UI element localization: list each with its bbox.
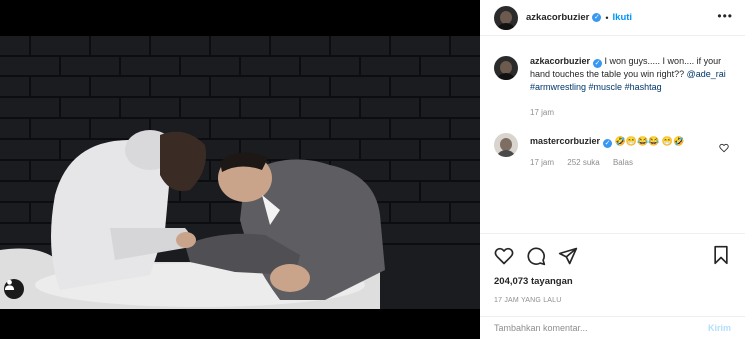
post-timestamp[interactable]: 17 JAM YANG LALU <box>494 297 731 304</box>
commenter-username[interactable]: mastercorbuzier <box>530 136 600 146</box>
heart-icon[interactable] <box>494 246 514 266</box>
comment-item: mastercorbuzier ✓ 🤣😁😂😂 😁🤣 17 jam 252 suka… <box>494 123 731 169</box>
share-icon[interactable] <box>558 246 578 266</box>
hashtag-link[interactable]: #hashtag <box>625 82 662 92</box>
hashtag-link[interactable]: #muscle <box>589 82 623 92</box>
comment-time[interactable]: 17 jam <box>530 158 554 167</box>
more-horizontal-icon[interactable]: ••• <box>717 10 733 22</box>
author-avatar[interactable] <box>494 5 518 30</box>
comment-icon[interactable] <box>526 246 546 266</box>
mention-link[interactable]: @ade_rai <box>687 69 726 79</box>
verified-badge-icon: ✓ <box>593 59 603 68</box>
post-side-panel: azkacorbuzier ✓ • Ikuti ••• azkacorbuzie… <box>480 0 745 339</box>
verified-badge-icon: ✓ <box>603 139 613 148</box>
verified-badge-icon: ✓ <box>592 13 602 22</box>
hashtag-link[interactable]: #armwrestling <box>530 82 586 92</box>
caption-author-avatar[interactable] <box>494 56 518 80</box>
view-count[interactable]: 204,073 tayangan <box>494 276 731 287</box>
comment-input[interactable] <box>494 323 708 333</box>
caption-time[interactable]: 17 jam <box>530 108 554 117</box>
bookmark-icon[interactable] <box>711 245 731 265</box>
follow-button[interactable]: Ikuti <box>613 12 633 23</box>
commenter-avatar[interactable] <box>494 133 518 157</box>
comment-like-count[interactable]: 252 suka <box>567 158 599 167</box>
post-comment-button[interactable]: Kirim <box>708 323 731 333</box>
tagged-user-button[interactable] <box>4 279 24 299</box>
heart-outline-icon[interactable] <box>719 143 729 153</box>
reply-button[interactable]: Balas <box>613 158 633 167</box>
comments-list: azkacorbuzier ✓ I won guys..... I won....… <box>480 56 745 169</box>
separator-dot: • <box>605 12 609 23</box>
user-icon <box>4 279 15 290</box>
post-header: azkacorbuzier ✓ • Ikuti ••• <box>480 0 745 36</box>
video-frame <box>0 0 480 339</box>
add-comment-form: Kirim <box>480 316 745 339</box>
author-username[interactable]: azkacorbuzier <box>526 12 589 23</box>
comment-text: 🤣😁😂😂 😁🤣 <box>614 136 685 146</box>
post-video[interactable] <box>0 0 480 339</box>
caption-author-username[interactable]: azkacorbuzier <box>530 56 590 66</box>
caption: azkacorbuzier ✓ I won guys..... I won....… <box>494 46 731 119</box>
